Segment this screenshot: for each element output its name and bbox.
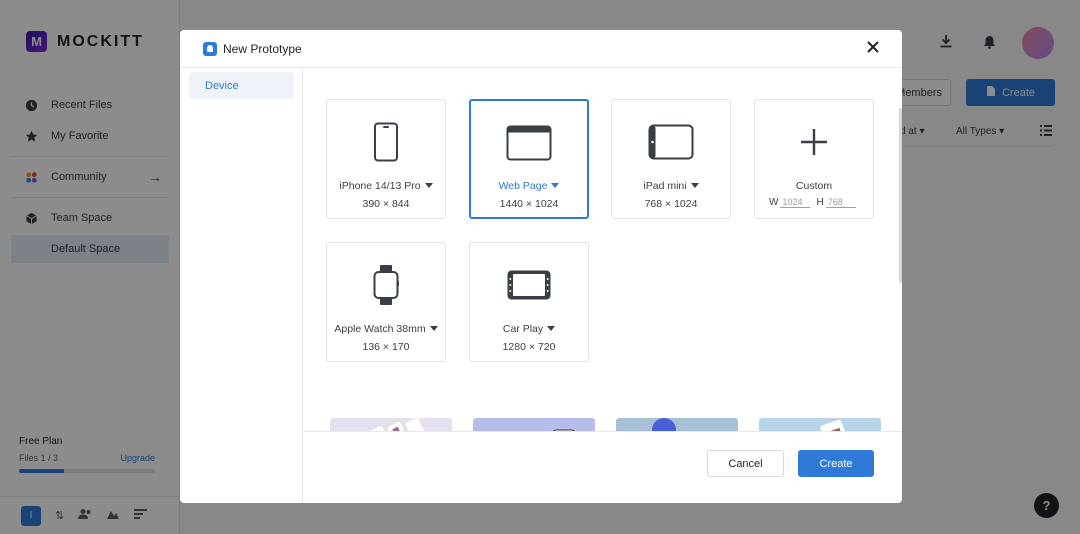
tablet-icon xyxy=(612,120,730,164)
create-button[interactable]: Create xyxy=(798,450,874,477)
iphone-icon xyxy=(327,120,445,164)
device-name: iPhone 14/13 Pro xyxy=(327,180,445,192)
device-name: iPad mini xyxy=(612,180,730,192)
device-card-custom[interactable]: Custom W 1024 H 768 xyxy=(754,99,874,219)
device-size: 136 × 170 xyxy=(362,341,410,353)
width-input[interactable]: 1024 xyxy=(780,197,811,208)
caret-down-icon[interactable] xyxy=(429,326,438,331)
device-card-ipad-mini[interactable]: iPad mini 768 × 1024 xyxy=(611,99,731,219)
device-name: Apple Watch 38mm xyxy=(327,323,445,335)
browser-window-icon xyxy=(471,121,587,165)
car-display-icon xyxy=(470,263,588,307)
template-thumbnail[interactable] xyxy=(616,418,738,431)
device-size: 1440 × 1024 xyxy=(499,198,559,210)
device-card-apple-watch[interactable]: Apple Watch 38mm 136 × 170 xyxy=(326,242,446,362)
caret-down-icon[interactable] xyxy=(690,183,699,188)
height-input[interactable]: 768 xyxy=(825,197,856,208)
template-thumbnail[interactable] xyxy=(759,418,881,431)
device-name: Custom xyxy=(795,180,833,192)
device-name: Car Play xyxy=(470,323,588,335)
dialog-sidebar: Device xyxy=(180,68,303,503)
plus-icon xyxy=(755,120,873,164)
device-size: 1280 × 720 xyxy=(502,341,556,353)
device-name: Web Page xyxy=(471,180,587,192)
caret-down-icon[interactable] xyxy=(547,326,556,331)
device-size: 768 × 1024 xyxy=(644,198,698,210)
height-label: H xyxy=(816,197,824,208)
device-card-web-page[interactable]: Web Page 1440 × 1024 xyxy=(469,99,589,219)
new-prototype-dialog: New Prototype Device iPhone 14/13 Pro 39… xyxy=(180,30,902,503)
caret-down-icon[interactable] xyxy=(424,183,433,188)
device-card-car-play[interactable]: Car Play 1280 × 720 xyxy=(469,242,589,362)
caret-down-icon[interactable] xyxy=(551,183,560,188)
dialog-footer: Cancel Create xyxy=(304,431,902,503)
watch-icon xyxy=(327,263,445,307)
dialog-title: New Prototype xyxy=(223,41,302,56)
width-label: W xyxy=(769,197,779,208)
cancel-button[interactable]: Cancel xyxy=(707,450,784,477)
device-grid: iPhone 14/13 Pro 390 × 844 Web Page 1440… xyxy=(304,68,902,431)
dialog-header: New Prototype xyxy=(180,30,902,68)
close-icon[interactable] xyxy=(866,38,880,58)
template-thumbnail[interactable] xyxy=(473,418,595,431)
custom-dimensions: W 1024 H 768 xyxy=(769,197,861,208)
device-size: 390 × 844 xyxy=(362,198,410,210)
tab-device[interactable]: Device xyxy=(189,72,294,99)
scrollbar-thumb[interactable] xyxy=(899,108,902,283)
device-card-iphone[interactable]: iPhone 14/13 Pro 390 × 844 xyxy=(326,99,446,219)
template-thumbnail[interactable] xyxy=(330,418,452,431)
prototype-icon xyxy=(203,41,217,56)
